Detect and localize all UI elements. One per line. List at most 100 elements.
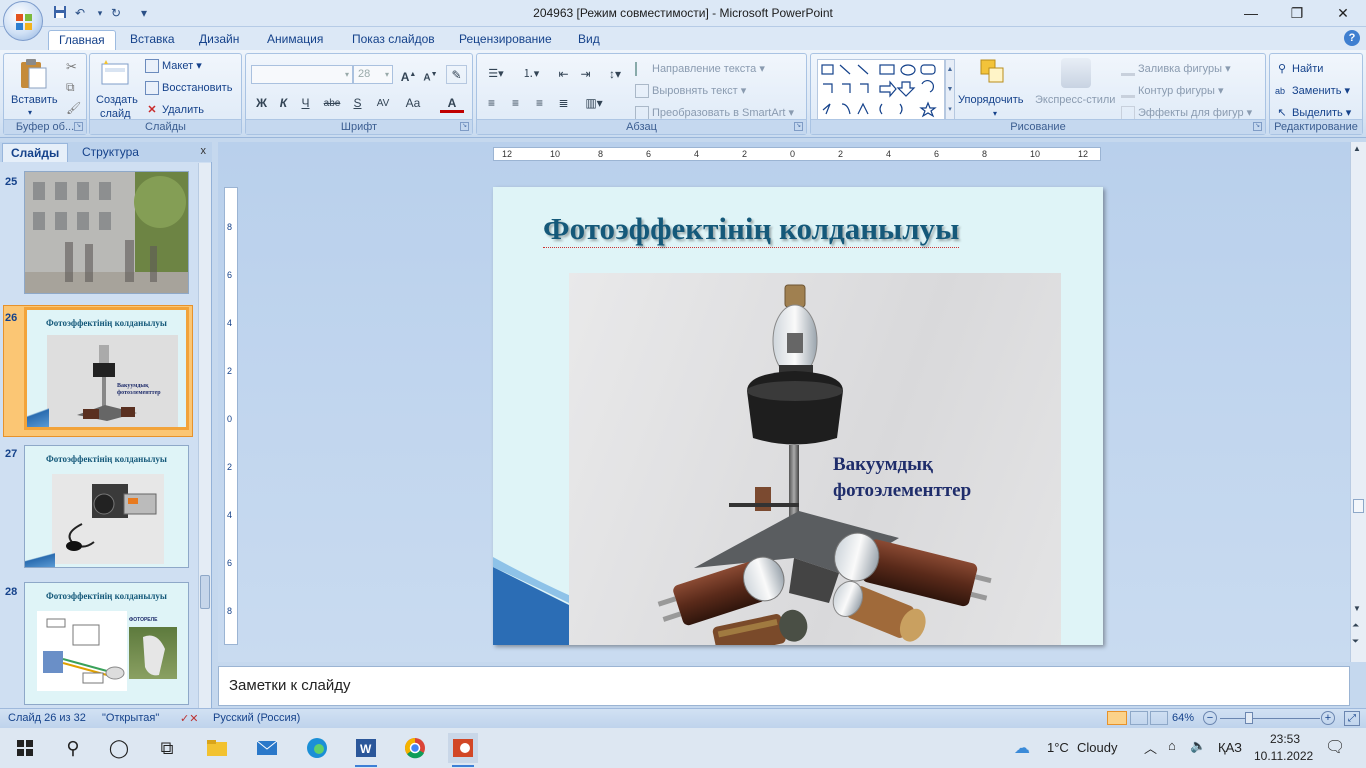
main-vertical-scrollbar[interactable]: ▲ ▼ ⏶ ⏷: [1350, 142, 1366, 662]
tab-design[interactable]: Дизайн: [189, 30, 249, 50]
file-explorer-icon[interactable]: [202, 733, 232, 763]
edge-icon[interactable]: [302, 733, 332, 763]
arrange-dropdown-icon[interactable]: ▾: [993, 109, 997, 118]
font-launcher-icon[interactable]: ↘: [460, 122, 469, 131]
panel-close-icon[interactable]: x: [201, 145, 207, 157]
decrease-indent-icon[interactable]: ⇤: [553, 65, 574, 84]
slide-thumbnail-26[interactable]: Фотоэффектінің колданылуы Вакуумдық фотоэ…: [24, 307, 189, 430]
select-button[interactable]: ↖ Выделить ▾: [1275, 106, 1351, 120]
weather-temperature[interactable]: 1°C: [1047, 740, 1069, 755]
zoom-slider-thumb[interactable]: [1245, 712, 1253, 724]
tab-review[interactable]: Рецензирование: [449, 30, 562, 50]
align-left-icon[interactable]: ≡: [481, 94, 502, 113]
shape-fill-button[interactable]: Заливка фигуры ▾: [1121, 62, 1231, 77]
reset-button[interactable]: Восстановить: [145, 81, 232, 95]
justify-icon[interactable]: ≣: [553, 94, 574, 113]
scroll-up-icon[interactable]: ▲: [1353, 144, 1361, 153]
restore-button[interactable]: ❐: [1274, 0, 1320, 27]
tab-home[interactable]: Главная: [48, 30, 116, 50]
shadow-button[interactable]: S: [347, 94, 368, 113]
slide-title[interactable]: Фотоэффектінің колданылуы: [543, 211, 960, 248]
office-button[interactable]: [3, 1, 43, 41]
clock-time[interactable]: 23:53: [1265, 732, 1305, 746]
paste-dropdown-icon[interactable]: ▾: [28, 108, 32, 117]
underline-button[interactable]: Ч: [295, 94, 316, 113]
current-slide[interactable]: Фотоэффектінің колданылуы Вакуумдық фото…: [493, 187, 1103, 645]
spellcheck-icon[interactable]: ✓✕: [180, 712, 198, 725]
clipboard-launcher-icon[interactable]: ↘: [74, 122, 83, 131]
delete-slide-button[interactable]: ✕ Удалить: [145, 103, 204, 117]
align-text-button[interactable]: Выровнять текст ▾: [635, 84, 746, 99]
tab-insert[interactable]: Вставка: [120, 30, 185, 50]
panel-scroll-thumb[interactable]: [200, 575, 210, 609]
tab-view[interactable]: Вид: [568, 30, 610, 50]
tab-slideshow[interactable]: Показ слайдов: [342, 30, 445, 50]
photo-caption[interactable]: Вакуумдық фотоэлементтер: [833, 452, 971, 504]
slide-thumbnail-28[interactable]: Фотоэффектінің колданылуы ФОТОРЕЛЕ: [24, 582, 189, 705]
zoom-out-icon[interactable]: −: [1203, 711, 1217, 725]
font-name-combo[interactable]: ▾: [251, 65, 353, 84]
network-icon[interactable]: ⌂: [1168, 738, 1176, 753]
shapes-gallery[interactable]: [817, 59, 945, 121]
line-spacing-icon[interactable]: ↕▾: [599, 65, 631, 84]
numbering-icon[interactable]: ⒈▾: [515, 65, 547, 84]
shrink-font-icon[interactable]: A▼: [420, 65, 441, 84]
panel-scrollbar[interactable]: [198, 163, 211, 708]
weather-text[interactable]: Cloudy: [1077, 740, 1117, 755]
volume-icon[interactable]: 🔈: [1190, 738, 1206, 754]
zoom-slider[interactable]: [1220, 718, 1320, 719]
tab-outline[interactable]: Структура: [74, 143, 147, 162]
task-view-icon[interactable]: ⧉: [152, 733, 182, 763]
font-color-button[interactable]: A: [440, 94, 464, 113]
cut-icon[interactable]: ✂: [66, 59, 77, 75]
clear-formatting-icon[interactable]: ✎: [446, 65, 467, 84]
notifications-icon[interactable]: 🗨: [1325, 737, 1345, 757]
columns-icon[interactable]: ▥▾: [579, 94, 609, 113]
close-button[interactable]: ✕: [1320, 0, 1366, 27]
chrome-icon[interactable]: [400, 733, 430, 763]
normal-view-icon[interactable]: [1107, 711, 1127, 725]
previous-slide-icon[interactable]: ⏶: [1352, 620, 1359, 631]
strikethrough-button[interactable]: abe: [319, 94, 345, 113]
theme-name[interactable]: "Открытая": [102, 712, 159, 724]
new-slide-button[interactable]: Создать: [96, 94, 138, 106]
zoom-in-icon[interactable]: +: [1321, 711, 1335, 725]
text-direction-button[interactable]: Направление текста ▾: [635, 62, 765, 77]
italic-button[interactable]: К: [273, 94, 294, 113]
weather-cloud-icon[interactable]: ☁: [1014, 738, 1030, 758]
font-size-combo[interactable]: 28 ▾: [353, 65, 393, 84]
fit-to-window-icon[interactable]: ⤢: [1344, 711, 1360, 726]
next-slide-icon[interactable]: ⏷: [1352, 636, 1359, 647]
grow-font-icon[interactable]: A▲: [398, 65, 419, 84]
shapes-scroll[interactable]: ▲ ▼ ▾: [945, 59, 955, 121]
tray-chevron-icon[interactable]: ︿: [1144, 738, 1157, 757]
paragraph-launcher-icon[interactable]: ↘: [794, 122, 803, 131]
clock-date[interactable]: 10.11.2022: [1254, 749, 1313, 763]
minimize-button[interactable]: —: [1228, 0, 1274, 27]
drawing-launcher-icon[interactable]: ↘: [1253, 122, 1262, 131]
help-icon[interactable]: ?: [1344, 30, 1360, 46]
shape-outline-button[interactable]: Контур фигуры ▾: [1121, 84, 1224, 99]
tab-animation[interactable]: Анимация: [257, 30, 333, 50]
slide-sorter-icon[interactable]: [1130, 711, 1148, 725]
layout-button[interactable]: Макет ▾: [145, 59, 202, 74]
copy-icon[interactable]: ⧉: [66, 80, 75, 95]
windows-start-icon[interactable]: [10, 733, 40, 763]
word-icon[interactable]: W: [351, 733, 381, 767]
smartart-button[interactable]: Преобразовать в SmartArt ▾: [635, 106, 794, 121]
slide-thumbnail-25[interactable]: [24, 171, 189, 294]
align-center-icon[interactable]: ≡: [505, 94, 526, 113]
cortana-icon[interactable]: ◯: [104, 733, 134, 763]
increase-indent-icon[interactable]: ⇥: [575, 65, 596, 84]
bold-button[interactable]: Ж: [251, 94, 272, 113]
powerpoint-icon[interactable]: [448, 733, 478, 767]
photocell-photo[interactable]: [569, 273, 1061, 645]
char-spacing-button[interactable]: AV: [370, 94, 396, 113]
tab-slides[interactable]: Слайды: [2, 143, 69, 162]
shape-effects-button[interactable]: Эффекты для фигур ▾: [1121, 106, 1252, 121]
language-indicator[interactable]: Русский (Россия): [213, 712, 300, 724]
scroll-down-icon[interactable]: ▼: [1353, 604, 1361, 613]
format-painter-icon[interactable]: 🖌: [66, 101, 81, 115]
arrange-button[interactable]: Упорядочить: [958, 94, 1023, 106]
align-right-icon[interactable]: ≡: [529, 94, 550, 113]
